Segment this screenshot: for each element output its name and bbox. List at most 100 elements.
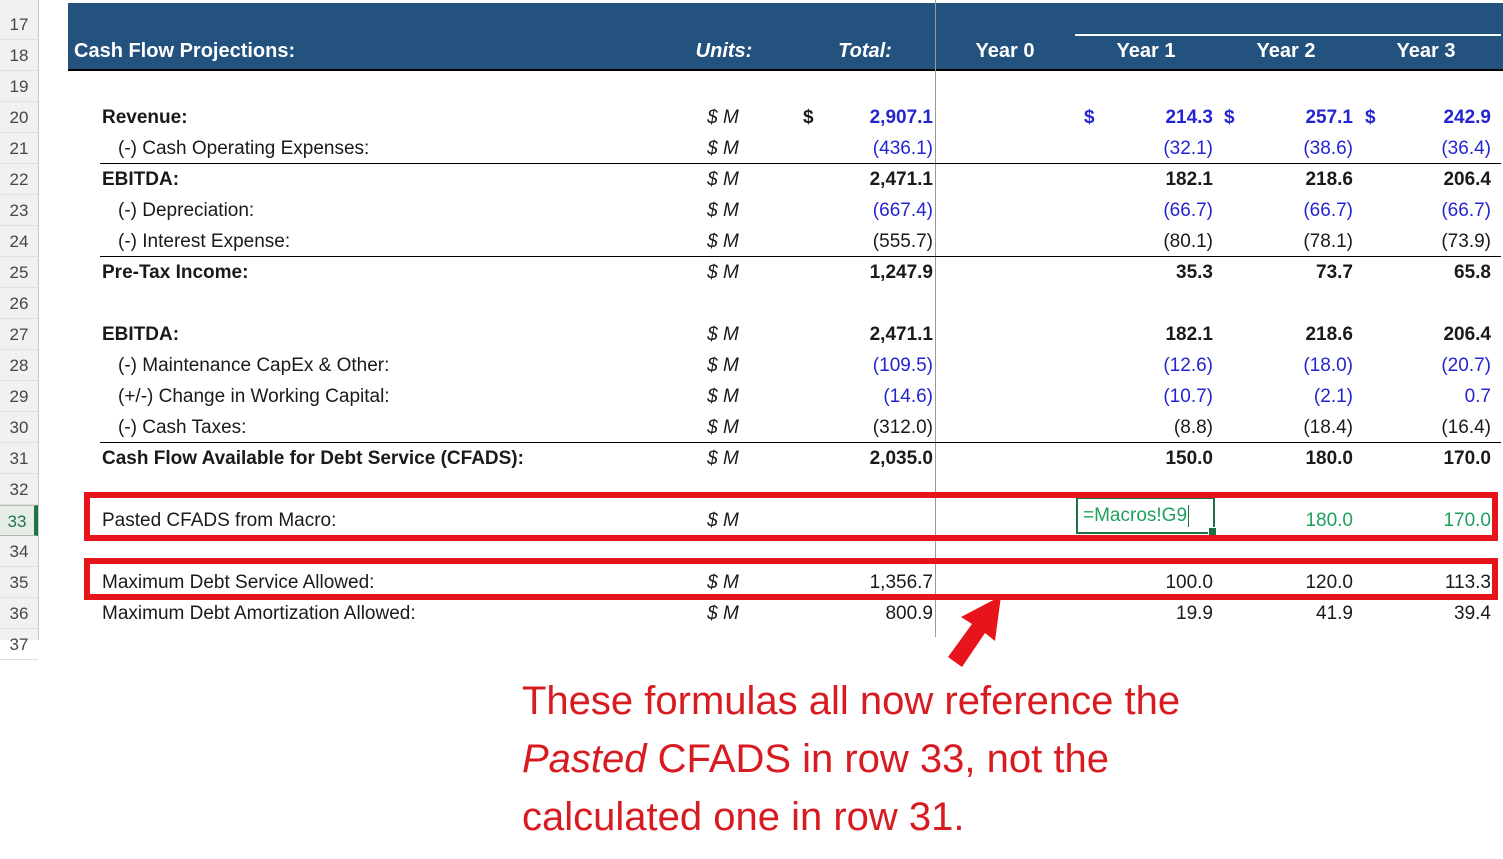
row36-year3[interactable]: 39.4	[1341, 598, 1499, 629]
col-header-year1: Year 1	[1086, 39, 1206, 63]
border-under-row30	[100, 442, 1501, 443]
row23-year3[interactable]: (66.7)	[1341, 195, 1491, 226]
col-header-total: Total:	[805, 39, 925, 63]
row20-year2[interactable]: 257.1	[1203, 102, 1361, 133]
row27-year3[interactable]: 206.4	[1341, 319, 1499, 350]
row31-label[interactable]: Cash Flow Available for Debt Service (CF…	[102, 443, 662, 474]
annotation-line3: calculated one in row 31.	[522, 788, 1282, 846]
row27-year1[interactable]: 182.1	[1063, 319, 1221, 350]
page-title: Cash Flow Projections:	[74, 39, 295, 63]
row22-year1[interactable]: 182.1	[1063, 164, 1221, 195]
row21-year1[interactable]: (32.1)	[1063, 133, 1213, 164]
row24-units[interactable]: $ M	[692, 226, 754, 257]
table-row-25: Pre-Tax Income: $ M1,247.9 35.373.765.8	[0, 257, 1503, 288]
row29-label[interactable]: (+/-) Change in Working Capital:	[102, 381, 678, 412]
table-row-27: EBITDA: $ M2,471.1 182.1218.6206.4	[0, 319, 1503, 350]
row21-label[interactable]: (-) Cash Operating Expenses:	[102, 133, 678, 164]
annotation-line2: Pasted CFADS in row 33, not the	[522, 730, 1282, 788]
row22-year3[interactable]: 206.4	[1341, 164, 1499, 195]
row21-total[interactable]: (436.1)	[760, 133, 933, 164]
row28-year3[interactable]: (20.7)	[1341, 350, 1491, 381]
row24-year2[interactable]: (78.1)	[1203, 226, 1353, 257]
row36-total[interactable]: 800.9	[760, 598, 941, 629]
border-under-row24	[100, 256, 1501, 257]
table-row-30: (-) Cash Taxes: $ M(312.0) (8.8)(18.4)(16.…	[0, 412, 1503, 443]
row36-units[interactable]: $ M	[692, 598, 754, 629]
row31-year3[interactable]: 170.0	[1341, 443, 1499, 474]
row21-year2[interactable]: (38.6)	[1203, 133, 1353, 164]
row31-total[interactable]: 2,035.0	[760, 443, 941, 474]
row28-label[interactable]: (-) Maintenance CapEx & Other:	[102, 350, 678, 381]
row30-year3[interactable]: (16.4)	[1341, 412, 1491, 443]
row27-label[interactable]: EBITDA:	[102, 319, 662, 350]
row-header-17[interactable]: 17	[0, 9, 38, 40]
row21-year3[interactable]: (36.4)	[1341, 133, 1491, 164]
row23-label[interactable]: (-) Depreciation:	[102, 195, 678, 226]
row20-total[interactable]: 2,907.1	[760, 102, 941, 133]
row-header-19[interactable]: 19	[0, 71, 38, 102]
row22-units[interactable]: $ M	[692, 164, 754, 195]
row28-year2[interactable]: (18.0)	[1203, 350, 1353, 381]
row20-year1[interactable]: 214.3	[1063, 102, 1221, 133]
table-header-band: Cash Flow Projections: Units: Total: Yea…	[68, 3, 1503, 71]
row25-year1[interactable]: 35.3	[1063, 257, 1221, 288]
row23-year1[interactable]: (66.7)	[1063, 195, 1213, 226]
annotation-line2-rest: CFADS in row 33, not the	[647, 737, 1109, 781]
excel-cashflow-sheet: 1718192021222324252627282930313233343536…	[0, 0, 1503, 859]
row27-total[interactable]: 2,471.1	[760, 319, 941, 350]
row27-units[interactable]: $ M	[692, 319, 754, 350]
row28-year1[interactable]: (12.6)	[1063, 350, 1213, 381]
row31-units[interactable]: $ M	[692, 443, 754, 474]
row25-year2[interactable]: 73.7	[1203, 257, 1361, 288]
row25-year3[interactable]: 65.8	[1341, 257, 1499, 288]
table-row-21: (-) Cash Operating Expenses: $ M(436.1) (3…	[0, 133, 1503, 164]
table-row-36: Maximum Debt Amortization Allowed: $ M800…	[0, 598, 1503, 629]
table-row-22: EBITDA: $ M2,471.1 182.1218.6206.4	[0, 164, 1503, 195]
row29-total[interactable]: (14.6)	[760, 381, 933, 412]
row-header-34[interactable]: 34	[0, 536, 38, 567]
table-row-31: Cash Flow Available for Debt Service (CF…	[0, 443, 1503, 474]
row20-units[interactable]: $ M	[692, 102, 754, 133]
annotation-line2-italic: Pasted	[522, 737, 647, 781]
row24-year1[interactable]: (80.1)	[1063, 226, 1213, 257]
row23-total[interactable]: (667.4)	[760, 195, 933, 226]
row36-label[interactable]: Maximum Debt Amortization Allowed:	[102, 598, 662, 629]
row30-total[interactable]: (312.0)	[760, 412, 933, 443]
row28-total[interactable]: (109.5)	[760, 350, 933, 381]
row22-year2[interactable]: 218.6	[1203, 164, 1361, 195]
row24-label[interactable]: (-) Interest Expense:	[102, 226, 678, 257]
years-overline	[1075, 34, 1501, 36]
row29-units[interactable]: $ M	[692, 381, 754, 412]
row30-units[interactable]: $ M	[692, 412, 754, 443]
row36-year1[interactable]: 19.9	[1063, 598, 1221, 629]
row-header-32[interactable]: 32	[0, 474, 38, 505]
row30-year1[interactable]: (8.8)	[1063, 412, 1213, 443]
row29-year1[interactable]: (10.7)	[1063, 381, 1213, 412]
table-row-24: (-) Interest Expense: $ M(555.7) (80.1)(78…	[0, 226, 1503, 257]
row25-total[interactable]: 1,247.9	[760, 257, 941, 288]
row-header-26[interactable]: 26	[0, 288, 38, 319]
row20-year3[interactable]: 242.9	[1341, 102, 1499, 133]
row36-year2[interactable]: 41.9	[1203, 598, 1361, 629]
row23-year2[interactable]: (66.7)	[1203, 195, 1353, 226]
row31-year2[interactable]: 180.0	[1203, 443, 1361, 474]
row29-year2[interactable]: (2.1)	[1203, 381, 1353, 412]
row24-total[interactable]: (555.7)	[760, 226, 933, 257]
row31-year1[interactable]: 150.0	[1063, 443, 1221, 474]
row30-year2[interactable]: (18.4)	[1203, 412, 1353, 443]
row27-year2[interactable]: 218.6	[1203, 319, 1361, 350]
row20-label[interactable]: Revenue:	[102, 102, 662, 133]
row25-label[interactable]: Pre-Tax Income:	[102, 257, 662, 288]
row-header-37[interactable]: 37	[0, 629, 38, 660]
row23-units[interactable]: $ M	[692, 195, 754, 226]
row22-total[interactable]: 2,471.1	[760, 164, 941, 195]
annotation-box-row35	[84, 558, 1498, 600]
row25-units[interactable]: $ M	[692, 257, 754, 288]
row30-label[interactable]: (-) Cash Taxes:	[102, 412, 678, 443]
row28-units[interactable]: $ M	[692, 350, 754, 381]
row22-label[interactable]: EBITDA:	[102, 164, 662, 195]
row-header-18[interactable]: 18	[0, 40, 38, 71]
row21-units[interactable]: $ M	[692, 133, 754, 164]
row24-year3[interactable]: (73.9)	[1341, 226, 1491, 257]
row29-year3[interactable]: 0.7	[1341, 381, 1499, 412]
